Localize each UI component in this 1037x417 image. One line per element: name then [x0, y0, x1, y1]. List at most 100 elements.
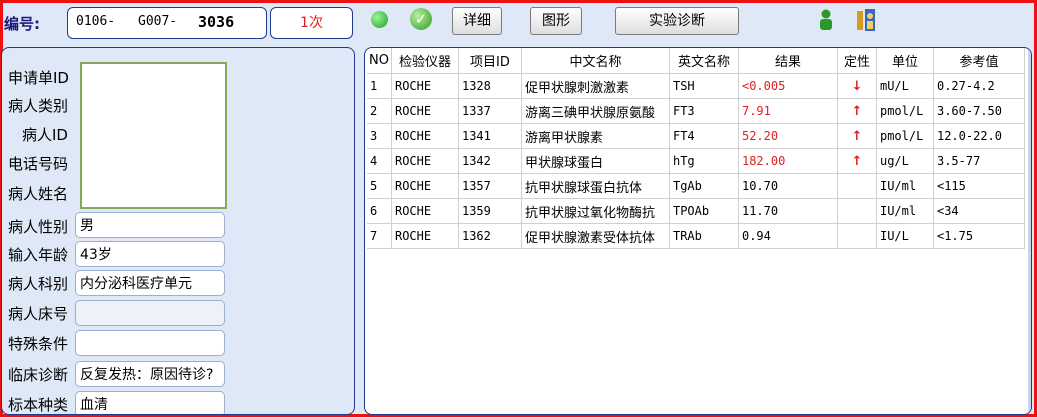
cell-en-name: TPOAb: [669, 198, 739, 224]
cell-cn-name: 促甲状腺激素受体抗体: [521, 223, 670, 249]
up-arrow-icon: ↑: [837, 123, 877, 149]
table-row[interactable]: 7 ROCHE 1362 促甲状腺激素受体抗体 TRAb 0.94 IU/L <…: [367, 223, 1025, 249]
cell-no: 5: [367, 173, 392, 199]
table-row[interactable]: 1 ROCHE 1328 促甲状腺刺激激素 TSH <0.005 ↓ mU/L …: [367, 73, 1025, 99]
diagnosis-button[interactable]: 实验诊断: [615, 7, 739, 35]
col-header-result[interactable]: 结果: [738, 48, 838, 74]
cell-result: 182.00: [738, 148, 838, 174]
cell-ref: <115: [933, 173, 1025, 199]
col-header-cn-name[interactable]: 中文名称: [521, 48, 670, 74]
cell-ref: 3.60-7.50: [933, 98, 1025, 124]
cell-flag: [837, 198, 877, 224]
cell-flag: [837, 173, 877, 199]
label-patient-id: 病人ID: [22, 126, 68, 144]
table-row[interactable]: 6 ROCHE 1359 抗甲状腺过氧化物酶抗 TPOAb 11.70 IU/m…: [367, 198, 1025, 224]
cell-no: 7: [367, 223, 392, 249]
cell-unit: pmol/L: [876, 98, 934, 124]
label-age: 输入年龄: [8, 246, 69, 264]
col-header-item-id[interactable]: 项目ID: [458, 48, 522, 74]
cell-no: 1: [367, 73, 392, 99]
cell-unit: IU/ml: [876, 198, 934, 224]
cell-item-id: 1328: [458, 73, 522, 99]
department-field[interactable]: 内分泌科医疗单元: [75, 270, 225, 296]
cell-instrument: ROCHE: [391, 173, 459, 199]
col-header-flag[interactable]: 定性: [837, 48, 877, 74]
cell-instrument: ROCHE: [391, 98, 459, 124]
table-row[interactable]: 3 ROCHE 1341 游离甲状腺素 FT4 52.20 ↑ pmol/L 1…: [367, 123, 1025, 149]
id-label: 编号:: [4, 15, 40, 33]
gender-field[interactable]: 男: [75, 212, 225, 238]
label-specimen-type: 标本种类: [8, 396, 69, 414]
special-condition-field[interactable]: [75, 330, 225, 356]
table-row[interactable]: 4 ROCHE 1342 甲状腺球蛋白 hTg 182.00 ↑ ug/L 3.…: [367, 148, 1025, 174]
id-part1: 0106-: [76, 14, 116, 29]
vertical-scrollbar[interactable]: [1028, 48, 1031, 414]
detail-button[interactable]: 详细: [452, 7, 502, 35]
cell-no: 4: [367, 148, 392, 174]
col-header-no[interactable]: NO: [367, 48, 392, 74]
cell-no: 6: [367, 198, 392, 224]
specimen-type-field[interactable]: 血清: [75, 391, 225, 414]
cell-no: 3: [367, 123, 392, 149]
diagnosis-field[interactable]: 反复发热：原因待诊?: [75, 361, 225, 387]
cell-instrument: ROCHE: [391, 223, 459, 249]
users-tools-icon[interactable]: [856, 8, 878, 32]
bed-number-field[interactable]: [75, 300, 225, 326]
cell-unit: IU/L: [876, 223, 934, 249]
cell-result: 7.91: [738, 98, 838, 124]
chart-button[interactable]: 图形: [530, 7, 582, 35]
cell-result: 10.70: [738, 173, 838, 199]
cell-result: 0.94: [738, 223, 838, 249]
count-badge: 1次: [270, 7, 353, 39]
label-phone: 电话号码: [8, 155, 69, 173]
label-patient-name: 病人姓名: [8, 185, 69, 203]
cell-result: 52.20: [738, 123, 838, 149]
results-panel: NO 检验仪器 项目ID 中文名称 英文名称 结果 定性 单位 参考值 1 RO…: [364, 47, 1032, 415]
green-dot-icon[interactable]: [371, 11, 388, 28]
col-header-en-name[interactable]: 英文名称: [669, 48, 739, 74]
cell-no: 2: [367, 98, 392, 124]
id-part3: 3036: [198, 13, 235, 31]
cell-instrument: ROCHE: [391, 198, 459, 224]
table-row[interactable]: 5 ROCHE 1357 抗甲状腺球蛋白抗体 TgAb 10.70 IU/ml …: [367, 173, 1025, 199]
cell-unit: pmol/L: [876, 123, 934, 149]
age-field[interactable]: 43岁: [75, 241, 225, 267]
cell-cn-name: 抗甲状腺过氧化物酶抗: [521, 198, 670, 224]
cell-en-name: hTg: [669, 148, 739, 174]
col-header-ref[interactable]: 参考值: [933, 48, 1025, 74]
cell-item-id: 1357: [458, 173, 522, 199]
col-header-instrument[interactable]: 检验仪器: [391, 48, 459, 74]
up-arrow-icon: ↑: [837, 98, 877, 124]
green-check-icon[interactable]: ✓: [410, 8, 432, 30]
cell-unit: IU/ml: [876, 173, 934, 199]
cell-en-name: TSH: [669, 73, 739, 99]
sample-id-box[interactable]: 0106- G007- 3036: [67, 7, 267, 39]
cell-item-id: 1337: [458, 98, 522, 124]
cell-instrument: ROCHE: [391, 73, 459, 99]
col-header-unit[interactable]: 单位: [876, 48, 934, 74]
label-special-condition: 特殊条件: [8, 335, 69, 353]
table-header-row: NO 检验仪器 项目ID 中文名称 英文名称 结果 定性 单位 参考值: [367, 48, 1025, 74]
cell-cn-name: 游离三碘甲状腺原氨酸: [521, 98, 670, 124]
patient-photo: [80, 62, 227, 209]
cell-instrument: ROCHE: [391, 123, 459, 149]
label-bed-number: 病人床号: [8, 305, 69, 323]
cell-cn-name: 促甲状腺刺激激素: [521, 73, 670, 99]
cell-ref: 0.27-4.2: [933, 73, 1025, 99]
cell-result: <0.005: [738, 73, 838, 99]
cell-en-name: FT4: [669, 123, 739, 149]
label-patient-type: 病人类别: [8, 97, 69, 115]
cell-cn-name: 抗甲状腺球蛋白抗体: [521, 173, 670, 199]
label-diagnosis: 临床诊断: [8, 366, 69, 384]
cell-cn-name: 甲状腺球蛋白: [521, 148, 670, 174]
user-icon[interactable]: [818, 9, 834, 31]
table-row[interactable]: 2 ROCHE 1337 游离三碘甲状腺原氨酸 FT3 7.91 ↑ pmol/…: [367, 98, 1025, 124]
cell-item-id: 1359: [458, 198, 522, 224]
cell-cn-name: 游离甲状腺素: [521, 123, 670, 149]
label-request-id: 申请单ID: [8, 69, 69, 87]
cell-item-id: 1342: [458, 148, 522, 174]
patient-info-panel: 申请单ID 病人类别 病人ID 电话号码 病人姓名 病人性别 男 输入年龄 43…: [1, 47, 355, 415]
cell-flag: [837, 223, 877, 249]
cell-ref: <1.75: [933, 223, 1025, 249]
cell-ref: <34: [933, 198, 1025, 224]
